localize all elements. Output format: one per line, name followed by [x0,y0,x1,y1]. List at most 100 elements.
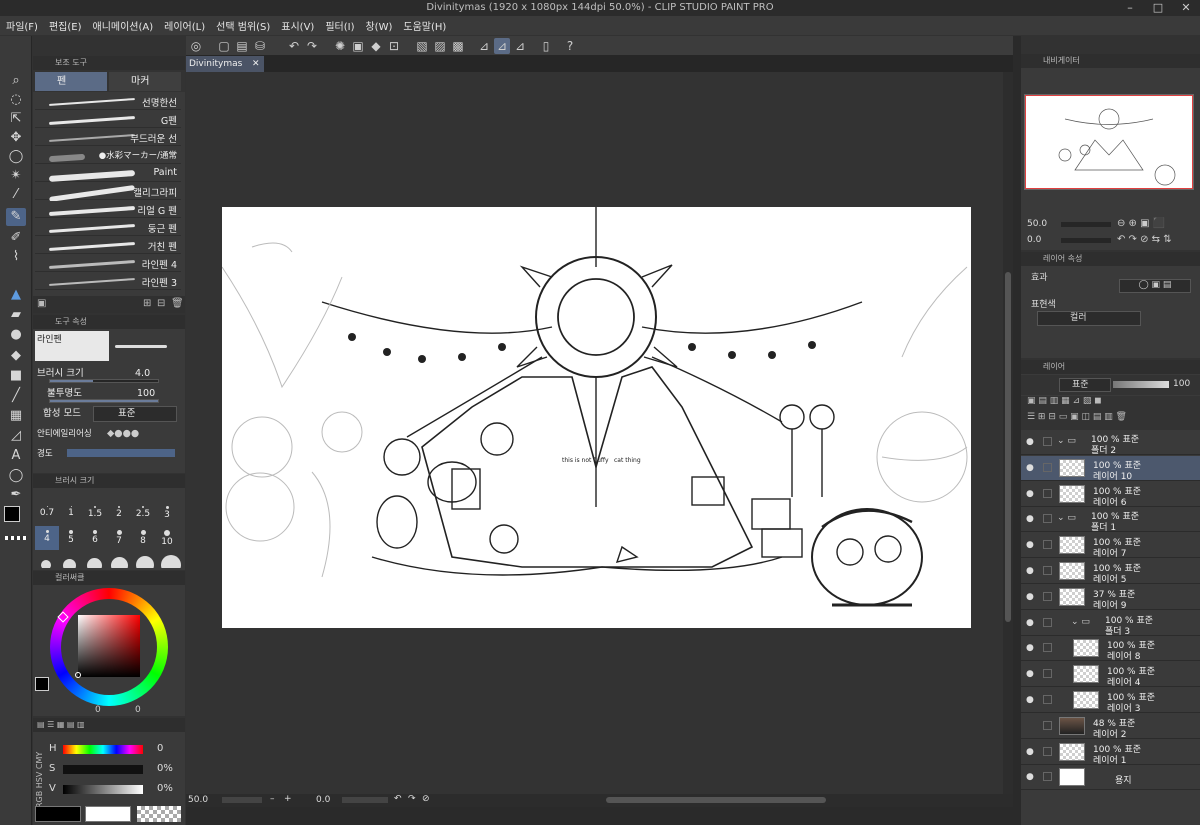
airbrush-tool-icon[interactable]: ▲ [6,286,26,304]
layer-checkbox[interactable] [1043,488,1052,498]
visibility-eye-icon[interactable]: ● [1026,618,1034,628]
hardness-row[interactable]: 경도 [37,445,181,463]
gradient-tool-icon[interactable]: ■ [6,367,26,385]
undo-icon[interactable]: ↶ [286,38,302,54]
visibility-eye-icon[interactable]: ● [1026,747,1034,757]
close-tab-icon[interactable]: ✕ [252,56,260,72]
layer-toolbar-1[interactable]: ▣ ▤ ▥ ▦ ⊿ ▧ ◼ [1021,396,1200,412]
visibility-eye-icon[interactable]: ● [1026,489,1034,499]
zoom-out-icon[interactable]: – [270,794,275,804]
close-button[interactable]: ✕ [1172,0,1200,16]
v-value[interactable]: 0% [157,783,173,794]
snap-grid-icon[interactable]: ⊿ [512,38,528,54]
size-preset[interactable]: 1 [59,502,83,526]
maximize-button[interactable]: □ [1144,0,1172,16]
saturation-slider[interactable] [63,765,143,774]
brush-item[interactable]: 라인펜 4 [35,255,181,272]
eyedropper-tool-icon[interactable]: ⁄ [6,186,26,204]
layer-row[interactable]: ● 100 % 표준 레이어 5 [1021,559,1200,585]
new-file-icon[interactable]: ▢ [216,38,232,54]
layer-checkbox[interactable] [1043,591,1052,601]
canvas-paper[interactable]: this is not fluffy cat thing [221,207,971,628]
layer-checkbox[interactable] [1043,540,1052,550]
visibility-eye-icon[interactable]: ● [1026,592,1034,602]
color-preview-transparent[interactable] [137,806,181,822]
ruler-tool-icon[interactable]: ◿ [6,427,26,445]
folder-icon[interactable]: ⌄ ▭ [1071,617,1090,627]
layer-move-tool-icon[interactable]: ✥ [6,129,26,147]
save-icon[interactable]: ⛁ [252,38,268,54]
s-value[interactable]: 0% [157,763,173,774]
rotate-right-icon[interactable]: ↷ [408,794,416,804]
layer-row[interactable]: ● 100 % 표준 레이어 3 [1021,688,1200,714]
nav-rotate-controls-icon[interactable]: ↶ ↷ ⊘ ⇆ ⇅ [1117,234,1172,245]
horizontal-scroll-thumb[interactable] [606,797,826,803]
menu-filter[interactable]: 필터(I) [325,18,354,33]
blend-mode-row[interactable]: 합성 모드 표준 [37,405,181,423]
pen-tool-icon[interactable]: ✎ [6,208,26,226]
antialias-row[interactable]: 안티에일리어싱 ◆●●● [37,425,181,443]
brush-item[interactable]: 둥근 펜 [35,219,181,236]
size-preset[interactable]: 1.5 [83,502,107,526]
blend-tool-icon[interactable]: ● [6,326,26,344]
layer-row[interactable]: ● 100 % 표준 레이어 10 [1021,455,1200,482]
figure-tool-icon[interactable]: ╱ [6,387,26,405]
clear-outside-icon[interactable]: ▣ [350,38,366,54]
visibility-eye-icon[interactable]: ● [1026,669,1034,679]
nav-zoom-slider[interactable] [1061,222,1111,227]
color-mode-tabs[interactable]: RGB HSV CMY [35,738,47,808]
nav-zoom-controls-icon[interactable]: ⊖ ⊕ ▣ ⬛ [1117,218,1165,229]
text-tool-icon[interactable]: A [6,447,26,465]
clear-icon[interactable]: ✺ [332,38,348,54]
brush-item[interactable]: 거친 펜 [35,237,181,254]
rotate-slider[interactable] [342,797,388,803]
document-tab[interactable]: Divinitymas ✕ [186,56,264,72]
menu-file[interactable]: 파일(F) [6,18,38,33]
layer-checkbox[interactable] [1043,437,1052,446]
layer-row[interactable]: ● 100 % 표준 레이어 4 [1021,662,1200,688]
size-preset[interactable]: 3 [155,502,179,526]
redo-icon[interactable]: ↷ [304,38,320,54]
correct-line-tool-icon[interactable]: ✒ [6,486,26,504]
layer-opacity-value[interactable]: 100 [1173,379,1190,389]
layer-row[interactable]: ● 용지 [1021,765,1200,791]
copy-subtool-icon[interactable]: ⊞ [143,298,151,309]
layer-row[interactable]: ● 100 % 표준 레이어 8 [1021,636,1200,662]
h-value[interactable]: 0 [157,743,163,754]
menu-layer[interactable]: 레이어(L) [164,18,205,33]
layer-row[interactable]: ● 100 % 표준 레이어 6 [1021,481,1200,508]
brush-item[interactable]: 선명한선 [35,93,181,110]
tab-pen[interactable]: 펜 [35,72,107,91]
size-preset-selected[interactable]: 4 [35,526,59,550]
layer-checkbox[interactable] [1043,720,1052,730]
brush-item[interactable]: ●水彩マーカー/通常 [35,147,181,164]
subtool-settings-icon[interactable]: ▣ [37,298,46,309]
layer-toolbar-2[interactable]: ☰ ⊞ ⊟ ▭ ▣ ◫ ▤ ▥ 🗑 [1021,412,1200,430]
layer-checkbox[interactable] [1043,669,1052,679]
transparent-color-swatch[interactable] [5,536,27,540]
brush-item[interactable]: 부드러운 선 [35,129,181,146]
visibility-eye-icon[interactable]: ● [1026,437,1034,447]
size-preset[interactable]: 8 [131,526,155,550]
color-cursor[interactable] [75,672,81,678]
minimize-button[interactable]: – [1116,0,1144,16]
settings-icon[interactable]: ▯ [538,38,554,54]
brush-item[interactable]: 라인펜 3 [35,273,181,290]
open-icon[interactable]: ▤ [234,38,250,54]
layer-folder-row[interactable]: ● ⌄ ▭ 100 % 표준 폴더 3 [1021,610,1200,637]
menu-animation[interactable]: 애니메이션(A) [93,18,154,33]
main-color-chip[interactable] [35,677,49,691]
invert-selection-icon[interactable]: ▨ [432,38,448,54]
selection-border-icon[interactable]: ▩ [450,38,466,54]
color-preview-black[interactable] [35,806,81,822]
tab-marker[interactable]: 마커 [109,72,181,91]
brush-item[interactable]: 캘리그라피 [35,183,181,202]
layer-checkbox[interactable] [1043,695,1052,704]
visibility-eye-icon[interactable]: ● [1026,695,1034,705]
hardness-bar[interactable] [67,449,175,457]
frame-tool-icon[interactable]: ▦ [6,407,26,425]
visibility-eye-icon[interactable]: ● [1026,540,1034,550]
rotate-left-icon[interactable]: ↶ [394,794,402,804]
pencil-tool-icon[interactable]: ✐ [6,229,26,247]
layer-checkbox[interactable] [1043,746,1052,756]
